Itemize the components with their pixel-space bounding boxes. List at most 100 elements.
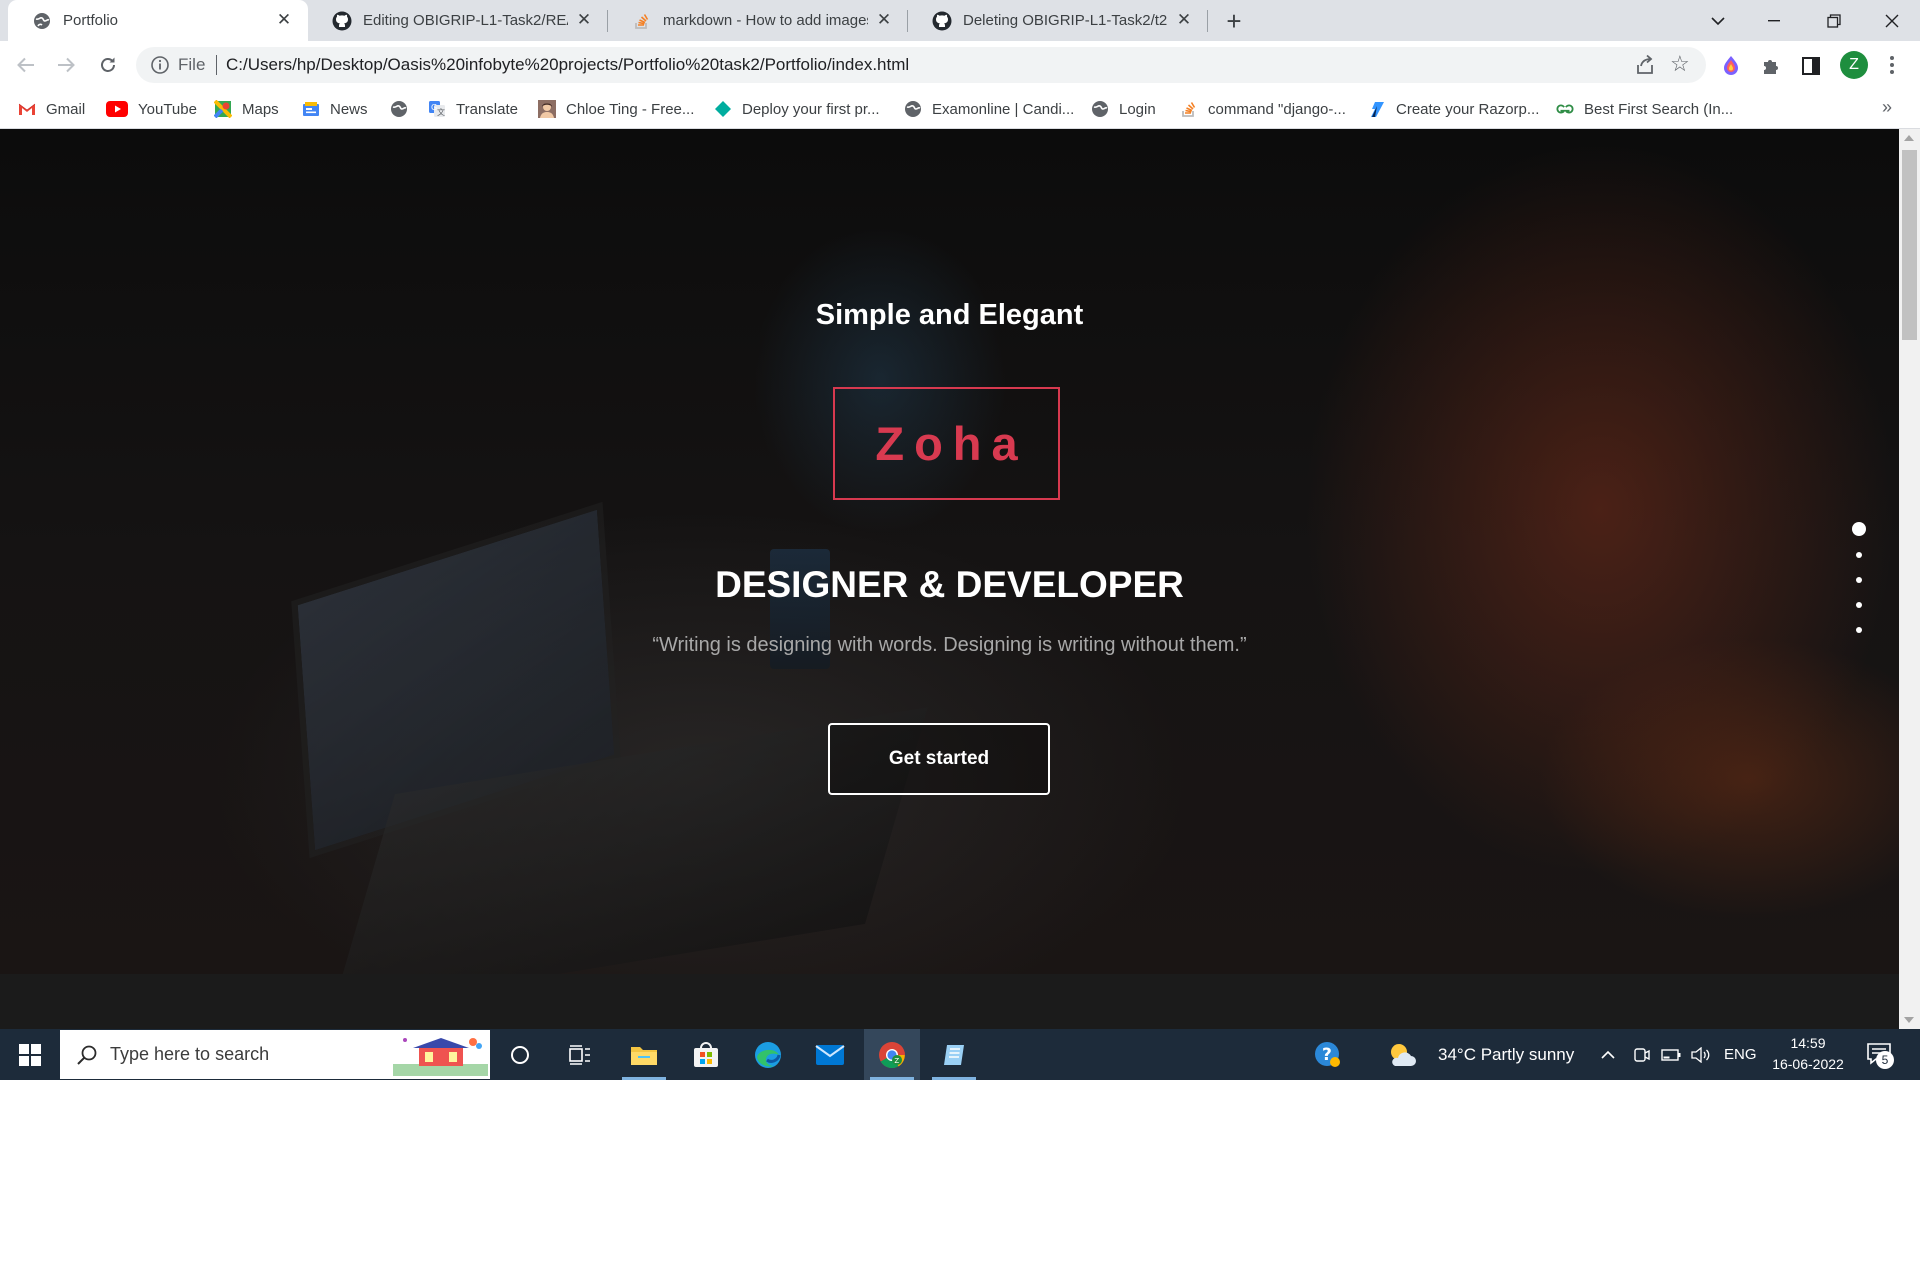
bookmark-maps[interactable]: Maps — [214, 97, 279, 121]
start-button[interactable] — [0, 1029, 60, 1080]
file-explorer-button[interactable] — [616, 1029, 672, 1080]
globe-icon — [32, 11, 52, 31]
tab-deleting-file[interactable]: Deleting OBIGRIP-L1-Task2/t2i2.p ✕ — [908, 0, 1208, 41]
close-tab-icon[interactable]: ✕ — [874, 10, 894, 30]
tab-title: Portfolio — [63, 12, 119, 29]
minimize-button[interactable] — [1746, 0, 1802, 41]
profile-avatar[interactable]: Z — [1840, 51, 1868, 79]
close-window-button[interactable] — [1864, 0, 1920, 41]
chrome-icon: Z — [879, 1041, 905, 1068]
info-icon[interactable] — [150, 55, 170, 75]
close-tab-icon[interactable]: ✕ — [574, 10, 594, 30]
bookmark-deploy[interactable]: Deploy your first pr... — [714, 97, 880, 121]
stackoverflow-icon — [1180, 100, 1198, 118]
scheme-divider — [216, 55, 217, 75]
volume-button[interactable] — [1688, 1029, 1714, 1080]
scroll-up-arrow-icon[interactable] — [1904, 135, 1914, 141]
get-started-button[interactable]: Get started — [828, 723, 1050, 795]
nav-dot-3[interactable] — [1856, 577, 1862, 583]
bookmark-news[interactable]: News — [302, 97, 368, 121]
help-question-icon: ? — [1315, 1041, 1340, 1067]
bookmark-globe[interactable] — [390, 97, 418, 121]
meet-now-button[interactable] — [1628, 1029, 1654, 1080]
taskbar-clock[interactable]: 14:59 16-06-2022 — [1768, 1033, 1848, 1075]
nav-dot-5[interactable] — [1856, 627, 1862, 633]
share-icon[interactable] — [1634, 54, 1656, 76]
browser-menu-button[interactable] — [1882, 51, 1902, 79]
bookmark-best-first-search[interactable]: Best First Search (In... — [1556, 97, 1733, 121]
new-tab-button[interactable]: + — [1218, 5, 1250, 37]
chrome-button[interactable]: Z — [864, 1029, 920, 1080]
weather-text[interactable]: 34°C Partly sunny — [1438, 1029, 1574, 1080]
bookmark-label: Login — [1119, 100, 1156, 118]
edge-icon — [755, 1041, 781, 1068]
tab-editing-readme[interactable]: Editing OBIGRIP-L1-Task2/READM ✕ — [308, 0, 608, 41]
avatar-icon — [538, 100, 556, 118]
bookmark-star-icon[interactable]: ☆ — [1670, 51, 1690, 77]
forward-button[interactable] — [50, 49, 82, 81]
colorful-extension-icon[interactable] — [1718, 53, 1744, 79]
bookmark-label: Create your Razorp... — [1396, 100, 1540, 118]
nav-dot-2[interactable] — [1856, 552, 1862, 558]
back-button[interactable] — [10, 49, 42, 81]
youtube-icon — [106, 100, 128, 118]
bookmark-label: command "django-... — [1208, 100, 1346, 118]
scroll-down-arrow-icon[interactable] — [1904, 1017, 1914, 1023]
arrow-left-icon — [17, 57, 34, 73]
bookmark-youtube[interactable]: YouTube — [106, 97, 197, 121]
bookmark-label: Gmail — [46, 100, 86, 118]
store-button[interactable] — [678, 1029, 734, 1080]
language-indicator[interactable]: ENG — [1724, 1029, 1757, 1080]
tab-portfolio[interactable]: Portfolio ✕ — [8, 0, 308, 41]
notification-count-badge: 5 — [1876, 1051, 1894, 1069]
vertical-scrollbar[interactable] — [1899, 129, 1920, 1029]
taskbar-search-box[interactable]: Type here to search — [60, 1030, 490, 1079]
tab-search-button[interactable] — [1690, 0, 1746, 41]
close-tab-icon[interactable]: ✕ — [274, 10, 294, 30]
bookmark-examonline[interactable]: Examonline | Candi... — [904, 97, 1074, 121]
puzzle-icon — [1764, 60, 1778, 74]
globe-icon — [1091, 100, 1109, 118]
help-button[interactable]: ? — [1300, 1029, 1356, 1080]
nav-dot-1[interactable] — [1852, 522, 1866, 536]
nav-dot-4[interactable] — [1856, 602, 1862, 608]
bookmark-razorpay[interactable]: Create your Razorp... — [1368, 97, 1539, 121]
diamond-icon — [714, 100, 732, 118]
close-tab-icon[interactable]: ✕ — [1174, 10, 1194, 30]
show-hidden-icons-button[interactable] — [1596, 1029, 1620, 1080]
mail-button[interactable] — [802, 1029, 858, 1080]
tab-markdown-images[interactable]: markdown - How to add images ✕ — [608, 0, 908, 41]
search-highlight-illustration-icon — [393, 1038, 488, 1076]
clock-date: 16-06-2022 — [1772, 1056, 1844, 1072]
bookmark-label: Examonline | Candi... — [932, 100, 1075, 118]
bookmark-translate[interactable]: G文 Translate — [428, 97, 518, 121]
bookmark-django[interactable]: command "django-... — [1180, 97, 1346, 121]
address-bar[interactable]: File C:/Users/hp/Desktop/Oasis%20infobyt… — [136, 47, 1706, 83]
screen: Portfolio ✕ Editing OBIGRIP-L1-Task2/REA… — [0, 0, 1920, 1080]
bookmarks-overflow-button[interactable]: » — [1882, 97, 1892, 118]
scrollbar-thumb[interactable] — [1902, 150, 1917, 340]
task-view-button[interactable] — [552, 1029, 608, 1080]
bookmark-gmail[interactable]: Gmail — [18, 97, 85, 121]
globe-icon — [904, 100, 922, 118]
cortana-button[interactable] — [492, 1029, 548, 1080]
battery-button[interactable] — [1658, 1029, 1684, 1080]
side-panel-button[interactable] — [1798, 53, 1824, 79]
news-icon — [302, 100, 320, 118]
reload-button[interactable] — [92, 49, 124, 81]
bookmark-label: Translate — [456, 100, 518, 118]
weather-widget[interactable] — [1384, 1029, 1420, 1080]
camera-icon — [1634, 1047, 1650, 1062]
bookmark-chloe-ting[interactable]: Chloe Ting - Free... — [538, 97, 694, 121]
bookmark-label: YouTube — [138, 100, 197, 118]
maps-icon — [214, 100, 232, 118]
notes-app-button[interactable] — [926, 1029, 982, 1080]
bookmark-login[interactable]: Login — [1091, 97, 1156, 121]
extensions-button[interactable] — [1758, 53, 1784, 79]
url-text[interactable]: C:/Users/hp/Desktop/Oasis%20infobyte%20p… — [226, 55, 909, 75]
restore-button[interactable] — [1806, 0, 1862, 41]
bookmark-label: Maps — [242, 100, 279, 118]
folder-icon — [631, 1046, 657, 1065]
edge-button[interactable] — [740, 1029, 796, 1080]
bookmarks-bar: Gmail YouTube Maps News G文 Translate Chl… — [0, 89, 1920, 129]
